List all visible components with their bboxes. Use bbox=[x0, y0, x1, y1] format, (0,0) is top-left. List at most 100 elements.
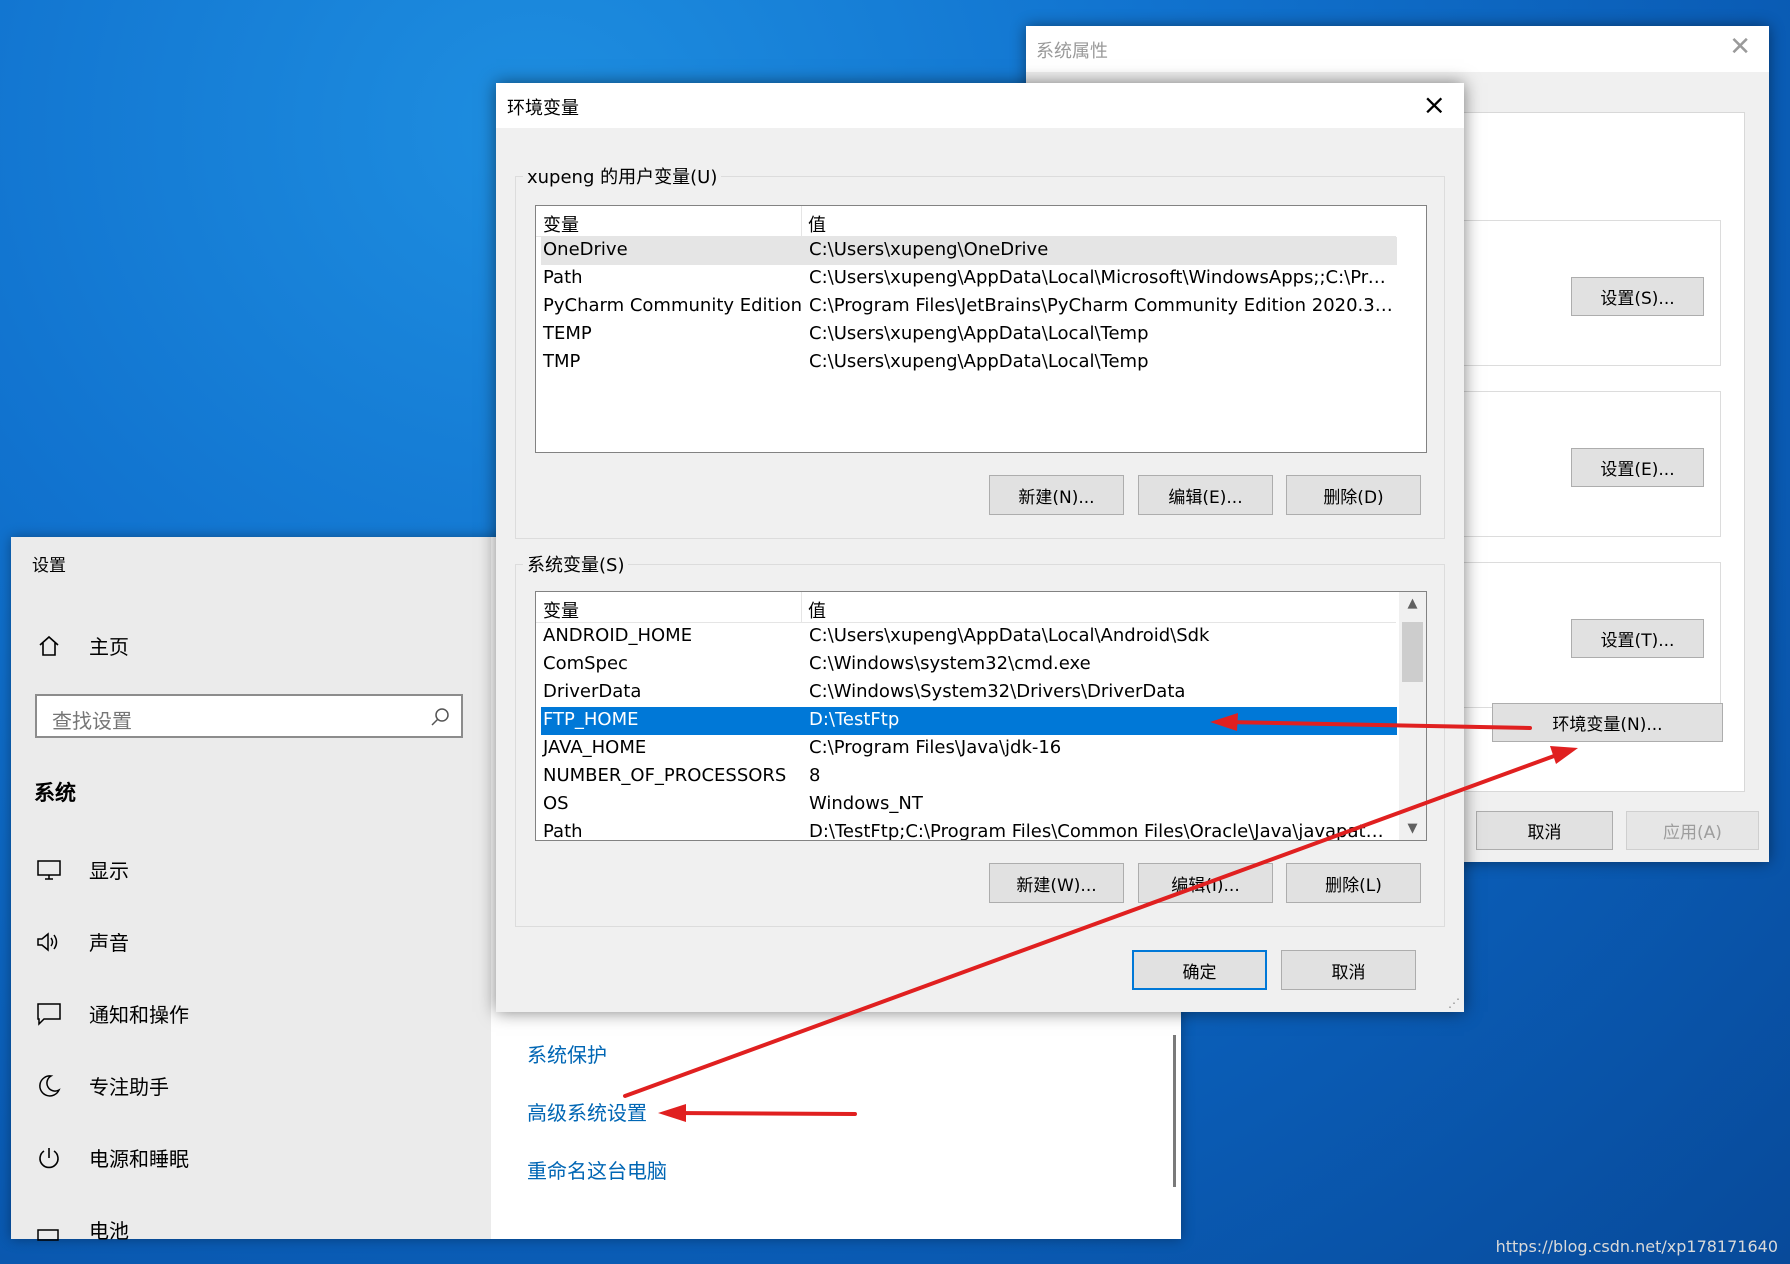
nav-label: 专注助手 bbox=[89, 1075, 169, 1099]
environment-variables-dialog: 环境变量 × xupeng 的用户变量(U) 变量 值 OneDrive C:\… bbox=[496, 83, 1464, 1012]
system-protection-link[interactable]: 系统保护 bbox=[527, 1039, 607, 1068]
nav-sound[interactable]: 声音 bbox=[33, 927, 129, 956]
var-name: TMP bbox=[543, 351, 581, 372]
table-row[interactable]: ANDROID_HOME C:\Users\xupeng\AppData\Loc… bbox=[541, 623, 1397, 651]
var-name: PyCharm Community Edition bbox=[543, 295, 803, 316]
var-value: C:\Users\xupeng\AppData\Local\Temp bbox=[809, 323, 1149, 344]
speaker-icon bbox=[33, 928, 65, 956]
column-header-variable[interactable]: 变量 bbox=[543, 597, 579, 623]
var-name: FTP_HOME bbox=[543, 709, 639, 730]
settings-title: 设置 bbox=[32, 556, 66, 576]
battery-icon bbox=[33, 1216, 65, 1244]
user-delete-button[interactable]: 删除(D) bbox=[1286, 475, 1421, 515]
var-name: Path bbox=[543, 267, 583, 288]
column-header-value[interactable]: 值 bbox=[808, 211, 826, 237]
nav-battery[interactable]: 电池 bbox=[33, 1215, 129, 1244]
table-row[interactable]: OS Windows_NT bbox=[541, 791, 1397, 819]
user-variables-group: xupeng 的用户变量(U) 变量 值 OneDrive C:\Users\x… bbox=[515, 163, 1445, 539]
nav-focus-assist[interactable]: 专注助手 bbox=[33, 1071, 169, 1100]
chevron-down-icon[interactable]: ▼ bbox=[1399, 821, 1426, 836]
advanced-system-settings-link[interactable]: 高级系统设置 bbox=[527, 1097, 647, 1126]
var-value: D:\TestFtp bbox=[809, 709, 900, 730]
settings-scrollbar[interactable] bbox=[1173, 1035, 1176, 1187]
nav-home-label: 主页 bbox=[89, 635, 129, 659]
monitor-icon bbox=[33, 856, 65, 884]
var-value: 8 bbox=[809, 765, 821, 786]
sysprop-cancel-button[interactable]: 取消 bbox=[1476, 811, 1613, 850]
system-edit-button[interactable]: 编辑(I)... bbox=[1138, 863, 1273, 903]
env-dialog-titlebar[interactable]: 环境变量 × bbox=[496, 83, 1464, 128]
var-value: C:\Users\xupeng\AppData\Local\Android\Sd… bbox=[809, 625, 1210, 646]
apply-button[interactable]: 应用(A) bbox=[1626, 811, 1759, 850]
nav-label: 显示 bbox=[89, 859, 129, 883]
nav-label: 电源和睡眠 bbox=[89, 1147, 189, 1171]
var-value: C:\Program Files\Java\jdk-16 bbox=[809, 737, 1062, 758]
settings-t-button[interactable]: 设置(T)... bbox=[1571, 619, 1704, 658]
moon-icon bbox=[33, 1072, 65, 1100]
table-row[interactable]: PyCharm Community Edition C:\Program Fil… bbox=[541, 293, 1397, 321]
ok-button[interactable]: 确定 bbox=[1132, 950, 1267, 990]
table-row[interactable]: TMP C:\Users\xupeng\AppData\Local\Temp bbox=[541, 349, 1397, 377]
settings-sidebar: 设置 主页 查找设置 系统 显示 声音 通知和操作 专注助手 电源和睡眠 电池 bbox=[11, 537, 491, 1243]
var-value: C:\Users\xupeng\OneDrive bbox=[809, 239, 1049, 260]
scrollbar-thumb[interactable] bbox=[1402, 622, 1423, 682]
cancel-button[interactable]: 取消 bbox=[1281, 950, 1416, 990]
close-icon[interactable]: ✕ bbox=[1729, 32, 1751, 62]
table-row[interactable]: ComSpec C:\Windows\system32\cmd.exe bbox=[541, 651, 1397, 679]
env-dialog-title: 环境变量 bbox=[507, 98, 579, 119]
list-header: 变量 值 bbox=[536, 592, 1396, 623]
close-icon[interactable]: × bbox=[1423, 88, 1446, 121]
system-list-scrollbar[interactable]: ▲ ▼ bbox=[1399, 592, 1426, 840]
table-row[interactable]: JAVA_HOME C:\Program Files\Java\jdk-16 bbox=[541, 735, 1397, 763]
user-new-button[interactable]: 新建(N)... bbox=[989, 475, 1124, 515]
search-settings-input[interactable]: 查找设置 bbox=[35, 694, 463, 738]
nav-label: 声音 bbox=[89, 931, 129, 955]
table-row[interactable]: Path C:\Users\xupeng\AppData\Local\Micro… bbox=[541, 265, 1397, 293]
settings-e-button[interactable]: 设置(E)... bbox=[1571, 448, 1704, 487]
table-row[interactable]: TEMP C:\Users\xupeng\AppData\Local\Temp bbox=[541, 321, 1397, 349]
column-separator[interactable] bbox=[801, 592, 802, 622]
system-variables-group: 系统变量(S) 变量 值 ANDROID_HOME C:\Users\xupen… bbox=[515, 551, 1445, 927]
var-value: C:\Windows\System32\Drivers\DriverData bbox=[809, 681, 1186, 702]
column-header-value[interactable]: 值 bbox=[808, 597, 826, 623]
var-name: ANDROID_HOME bbox=[543, 625, 693, 646]
system-delete-button[interactable]: 删除(L) bbox=[1286, 863, 1421, 903]
nav-label: 电池 bbox=[89, 1219, 129, 1243]
system-properties-titlebar[interactable]: 系统属性 ✕ bbox=[1026, 26, 1769, 72]
list-header: 变量 值 bbox=[536, 206, 1396, 237]
table-row[interactable]: Path D:\TestFtp;C:\Program Files\Common … bbox=[541, 819, 1397, 841]
table-row[interactable]: NUMBER_OF_PROCESSORS 8 bbox=[541, 763, 1397, 791]
var-value: C:\Program Files\JetBrains\PyCharm Commu… bbox=[809, 295, 1394, 316]
nav-notifications[interactable]: 通知和操作 bbox=[33, 999, 189, 1028]
section-title-system: 系统 bbox=[34, 781, 76, 805]
environment-variables-button[interactable]: 环境变量(N)... bbox=[1492, 703, 1723, 742]
var-value: C:\Windows\system32\cmd.exe bbox=[809, 653, 1091, 674]
table-row[interactable]: OneDrive C:\Users\xupeng\OneDrive bbox=[541, 237, 1397, 265]
column-header-variable[interactable]: 变量 bbox=[543, 211, 579, 237]
var-value: Windows_NT bbox=[809, 793, 923, 814]
column-separator[interactable] bbox=[801, 206, 802, 236]
settings-s-button[interactable]: 设置(S)... bbox=[1571, 277, 1704, 316]
var-name: OneDrive bbox=[543, 239, 628, 260]
var-name: OS bbox=[543, 793, 569, 814]
var-value: D:\TestFtp;C:\Program Files\Common Files… bbox=[809, 821, 1394, 841]
chevron-up-icon[interactable]: ▲ bbox=[1399, 596, 1426, 611]
user-edit-button[interactable]: 编辑(E)... bbox=[1138, 475, 1273, 515]
var-name: ComSpec bbox=[543, 653, 628, 674]
user-variables-list[interactable]: 变量 值 OneDrive C:\Users\xupeng\OneDrive P… bbox=[535, 205, 1427, 453]
nav-display[interactable]: 显示 bbox=[33, 855, 129, 884]
table-row[interactable]: DriverData C:\Windows\System32\Drivers\D… bbox=[541, 679, 1397, 707]
user-variables-label: xupeng 的用户变量(U) bbox=[523, 163, 722, 189]
var-value: C:\Users\xupeng\AppData\Local\Temp bbox=[809, 351, 1149, 372]
system-new-button[interactable]: 新建(W)... bbox=[989, 863, 1124, 903]
system-variables-list[interactable]: 变量 值 ANDROID_HOME C:\Users\xupeng\AppDat… bbox=[535, 591, 1427, 841]
rename-pc-link[interactable]: 重命名这台电脑 bbox=[527, 1155, 667, 1184]
table-row-selected[interactable]: FTP_HOME D:\TestFtp bbox=[541, 707, 1397, 735]
nav-home[interactable]: 主页 bbox=[33, 631, 129, 660]
power-icon bbox=[33, 1144, 65, 1172]
system-properties-title: 系统属性 bbox=[1036, 41, 1108, 62]
search-icon[interactable] bbox=[429, 706, 451, 733]
search-placeholder: 查找设置 bbox=[52, 709, 132, 733]
resize-grip-icon[interactable]: ⋰ bbox=[1448, 996, 1460, 1010]
nav-power-sleep[interactable]: 电源和睡眠 bbox=[33, 1143, 189, 1172]
